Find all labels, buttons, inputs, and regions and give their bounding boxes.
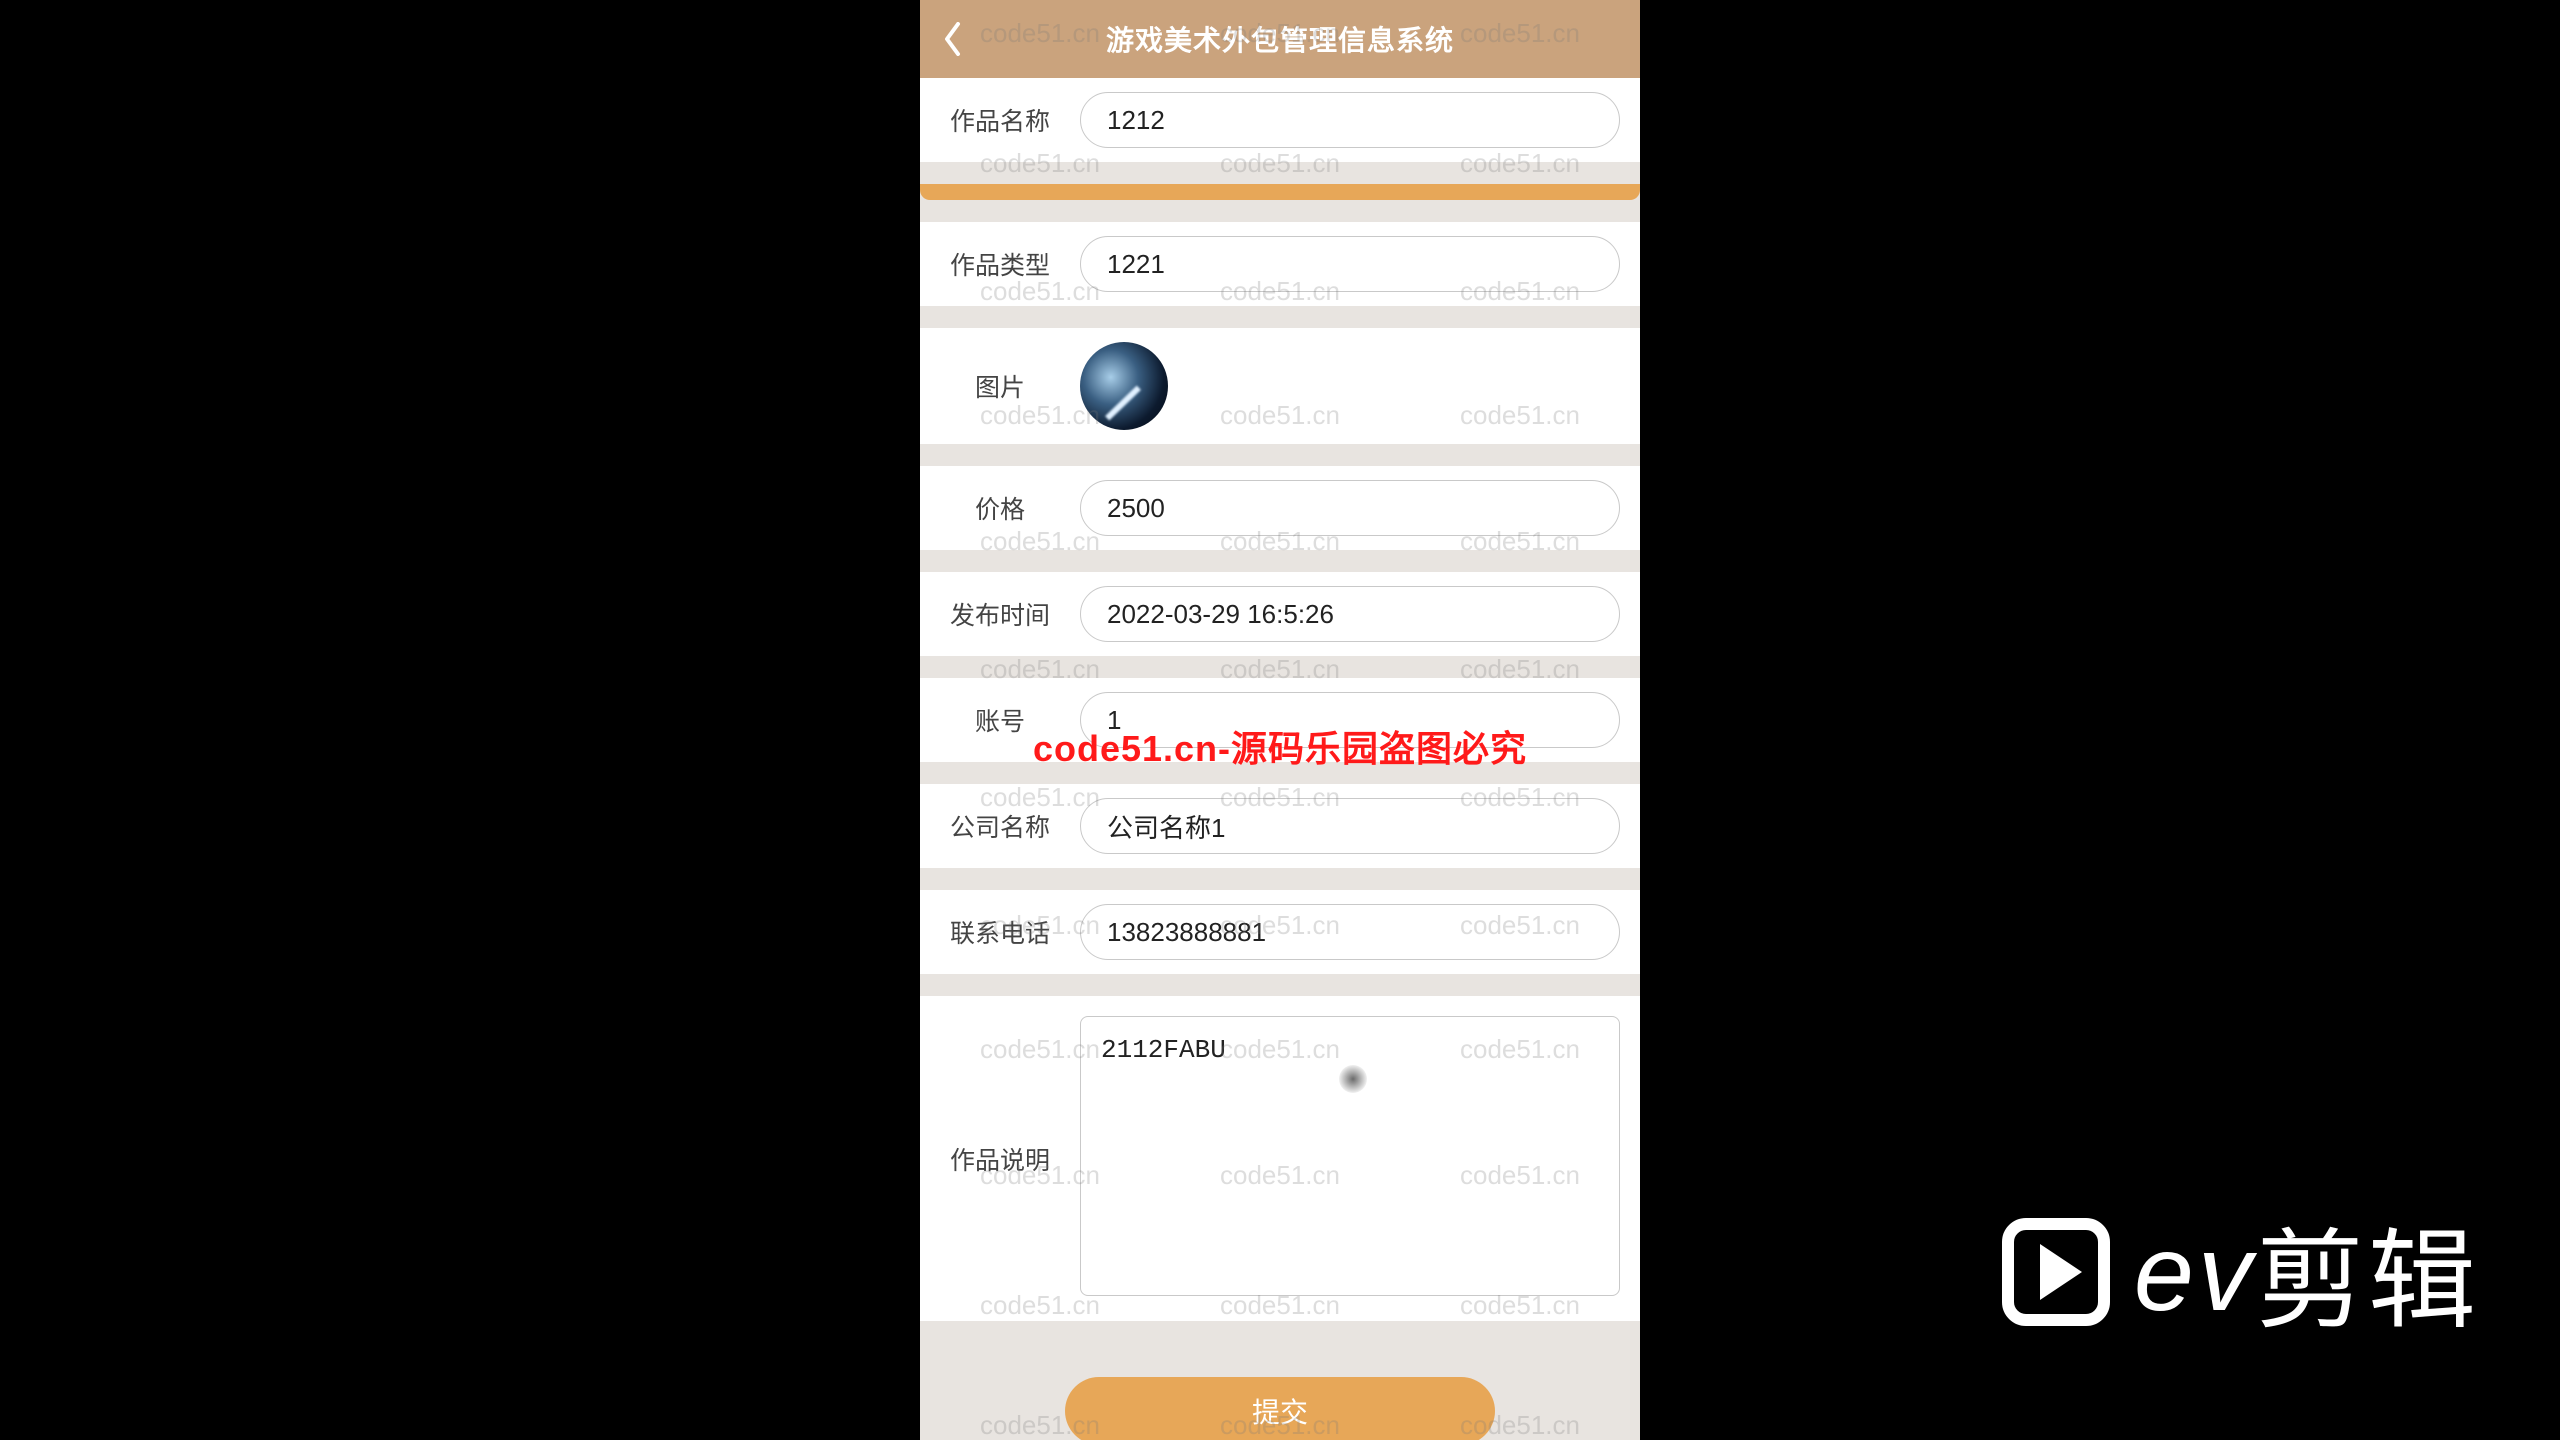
chevron-left-icon	[943, 22, 963, 56]
price-input[interactable]	[1080, 480, 1620, 536]
page-title: 游戏美术外包管理信息系统	[920, 19, 1640, 59]
field-publish-time: 发布时间	[920, 572, 1640, 656]
account-input[interactable]	[1080, 692, 1620, 748]
image-thumbnail[interactable]	[1080, 342, 1168, 430]
field-price: 价格	[920, 466, 1640, 550]
phone-input[interactable]	[1080, 904, 1620, 960]
app-header: 游戏美术外包管理信息系统	[920, 0, 1640, 78]
field-work-type: 作品类型	[920, 222, 1640, 306]
desc-textarea[interactable]	[1080, 1016, 1620, 1296]
phone-label: 联系电话	[920, 914, 1080, 950]
form-body: 作品名称 作品类型 图片	[920, 78, 1640, 1440]
field-image: 图片	[920, 328, 1640, 444]
account-label: 账号	[920, 702, 1080, 738]
company-label: 公司名称	[920, 808, 1080, 844]
field-account: 账号	[920, 678, 1640, 762]
desc-label: 作品说明	[920, 1141, 1080, 1177]
work-type-input[interactable]	[1080, 236, 1620, 292]
ev-brand-cut: 剪辑	[2256, 1194, 2480, 1350]
submit-button[interactable]: 提交	[1065, 1377, 1495, 1440]
work-type-label: 作品类型	[920, 246, 1080, 282]
publish-time-label: 发布时间	[920, 596, 1080, 632]
field-work-name: 作品名称	[920, 78, 1640, 162]
play-icon	[2002, 1218, 2110, 1326]
ev-brand-text: ev	[2134, 1210, 2256, 1335]
back-button[interactable]	[938, 22, 968, 56]
publish-time-input[interactable]	[1080, 586, 1620, 642]
ev-logo: ev 剪辑	[2002, 1194, 2480, 1350]
submit-wrap: 提交	[920, 1343, 1640, 1440]
work-name-input[interactable]	[1080, 92, 1620, 148]
app-screen: 游戏美术外包管理信息系统 作品名称 作品类型 图片	[920, 0, 1640, 1440]
field-desc: 作品说明	[920, 996, 1640, 1321]
company-input[interactable]	[1080, 798, 1620, 854]
price-label: 价格	[920, 490, 1080, 526]
image-label: 图片	[920, 368, 1080, 404]
field-phone: 联系电话	[920, 890, 1640, 974]
field-company: 公司名称	[920, 784, 1640, 868]
divider	[920, 184, 1640, 200]
work-name-label: 作品名称	[920, 102, 1080, 138]
